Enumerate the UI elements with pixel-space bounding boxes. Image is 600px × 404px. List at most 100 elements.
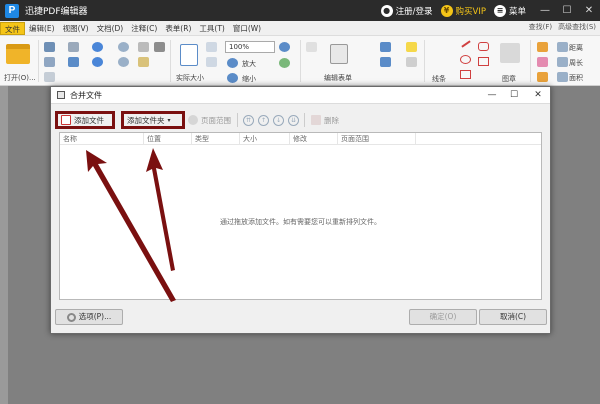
fit-width-icon[interactable] xyxy=(206,57,217,67)
page-range-gear-icon xyxy=(188,115,198,125)
options-label: 选项(P)... xyxy=(78,312,112,321)
pencil-icon[interactable] xyxy=(537,42,548,52)
ok-button[interactable]: 确定(O) xyxy=(409,309,477,325)
highlight-icon[interactable] xyxy=(537,72,548,82)
open-folder-icon[interactable] xyxy=(6,44,30,64)
menu-tools[interactable]: 工具(T) xyxy=(195,22,228,35)
edit-form-icon[interactable] xyxy=(330,44,348,64)
actual-size-icon[interactable] xyxy=(180,44,198,66)
distance-icon[interactable] xyxy=(557,42,568,52)
area-icon[interactable] xyxy=(557,72,568,82)
delete-button[interactable]: 删除 xyxy=(308,111,342,129)
menu-edit[interactable]: 编辑(E) xyxy=(25,22,59,35)
move-to-bottom-icon[interactable]: ⇊ xyxy=(288,114,299,126)
back-icon[interactable] xyxy=(118,42,129,52)
column-header-size[interactable]: 大小 xyxy=(240,133,290,144)
column-header-name[interactable]: 名称 xyxy=(60,133,144,144)
window-minimize-button[interactable]: — xyxy=(534,5,556,16)
vip-label: 购买VIP xyxy=(455,6,486,17)
page-range-button[interactable]: 页面范围 xyxy=(185,111,234,129)
perimeter-label[interactable]: 周长 xyxy=(569,58,583,68)
move-to-top-icon[interactable]: ⇈ xyxy=(243,114,254,126)
menu-comment[interactable]: 注释(C) xyxy=(127,22,161,35)
dialog-titlebar: 合并文件 — ☐ ✕ xyxy=(51,87,550,104)
actual-size-label[interactable]: 实际大小 xyxy=(176,73,204,83)
select-text-icon[interactable] xyxy=(138,57,149,67)
fit-page-icon[interactable] xyxy=(206,42,217,52)
zoom-out-label[interactable]: 缩小 xyxy=(242,74,256,84)
new-doc-icon[interactable] xyxy=(44,72,55,82)
stamp-icon[interactable] xyxy=(500,43,520,63)
typewriter-icon[interactable] xyxy=(380,57,391,67)
dialog-window-icon xyxy=(57,91,65,99)
edit-form-label[interactable]: 编辑表单 xyxy=(324,73,352,83)
dialog-minimize-button[interactable]: — xyxy=(481,87,503,104)
redo-icon[interactable] xyxy=(92,57,103,67)
cloud-icon[interactable] xyxy=(68,57,79,67)
add-file-label: 添加文件 xyxy=(74,115,104,125)
dialog-maximize-button[interactable]: ☐ xyxy=(503,87,525,104)
advanced-find-button[interactable]: 高级查找(S) xyxy=(558,22,596,32)
undo-icon[interactable] xyxy=(92,42,103,52)
cancel-button[interactable]: 取消(C) xyxy=(479,309,547,325)
zoom-select[interactable]: 100% xyxy=(225,41,275,53)
delete-label: 删除 xyxy=(324,115,339,125)
column-header-location[interactable]: 位置 xyxy=(144,133,192,144)
arrow-shape-icon[interactable] xyxy=(461,40,471,48)
menu-document[interactable]: 文档(D) xyxy=(93,22,128,35)
email-icon[interactable] xyxy=(68,42,79,52)
app-logo-icon: P xyxy=(5,3,19,18)
polygon-shape-icon[interactable] xyxy=(478,57,489,66)
move-down-icon[interactable]: ↓ xyxy=(273,114,284,126)
circle-shape-icon[interactable] xyxy=(460,55,471,64)
menu-view[interactable]: 视图(V) xyxy=(59,22,93,35)
add-file-icon xyxy=(61,115,71,125)
eraser-icon[interactable] xyxy=(537,57,548,67)
window-maximize-button[interactable]: ☐ xyxy=(556,5,578,16)
dialog-close-button[interactable]: ✕ xyxy=(527,87,549,104)
buy-vip-button[interactable]: ¥ 购买VIP xyxy=(440,4,486,17)
column-header-page-range[interactable]: 页面范围 xyxy=(338,133,416,144)
login-button[interactable]: ● 注册/登录 xyxy=(380,4,433,17)
line-tool-label[interactable]: 线条 xyxy=(432,74,446,84)
options-button[interactable]: 选项(P)... xyxy=(55,309,123,325)
hand-tool-icon[interactable] xyxy=(138,42,149,52)
snapshot-icon[interactable] xyxy=(154,42,165,52)
zoom-in-icon[interactable] xyxy=(227,58,238,68)
rotate-icon[interactable] xyxy=(279,58,290,68)
stamp-label[interactable]: 图章 xyxy=(502,74,516,84)
move-up-icon[interactable]: ↑ xyxy=(258,114,269,126)
menu-file[interactable]: 文件 xyxy=(0,21,25,35)
add-file-button[interactable]: 添加文件 xyxy=(55,111,115,129)
note-icon[interactable] xyxy=(406,42,417,52)
distance-label[interactable]: 距离 xyxy=(569,43,583,53)
menu-form[interactable]: 表单(R) xyxy=(161,22,195,35)
print-icon[interactable] xyxy=(44,57,55,67)
cloud-shape-icon[interactable] xyxy=(478,42,489,51)
column-header-modified[interactable]: 修改 xyxy=(290,133,338,144)
column-header-type[interactable]: 类型 xyxy=(192,133,240,144)
add-folder-button[interactable]: 添加文件夹 ▾ xyxy=(121,111,185,129)
perimeter-icon[interactable] xyxy=(557,57,568,67)
workspace-sidebar xyxy=(0,86,8,404)
form-tool-icon[interactable] xyxy=(306,42,317,52)
main-menu-button[interactable]: ≡ 菜单 xyxy=(493,4,526,17)
vip-icon: ¥ xyxy=(440,4,453,17)
menu-window[interactable]: 窗口(W) xyxy=(229,22,265,35)
area-label[interactable]: 面积 xyxy=(569,73,583,83)
save-icon[interactable] xyxy=(44,42,55,52)
forward-icon[interactable] xyxy=(118,57,129,67)
file-list[interactable]: 名称 位置 类型 大小 修改 页面范围 通过拖放添加文件。如有需要您可以重新排列… xyxy=(59,132,542,300)
textbox-icon[interactable] xyxy=(406,57,417,67)
rectangle-shape-icon[interactable] xyxy=(460,70,471,79)
add-folder-dropdown-icon[interactable]: ▾ xyxy=(168,117,171,124)
menu-label: 菜单 xyxy=(508,6,526,17)
window-close-button[interactable]: ✕ xyxy=(578,5,600,16)
zoom-out-icon[interactable] xyxy=(227,73,238,83)
zoom-in-label[interactable]: 放大 xyxy=(242,59,256,69)
file-list-header: 名称 位置 类型 大小 修改 页面范围 xyxy=(60,133,541,145)
open-button-label[interactable]: 打开(O)... xyxy=(4,73,36,83)
text-tool-icon[interactable] xyxy=(380,42,391,52)
zoom-in-circle-icon[interactable] xyxy=(279,42,290,52)
find-button[interactable]: 查找(F) xyxy=(529,22,553,32)
